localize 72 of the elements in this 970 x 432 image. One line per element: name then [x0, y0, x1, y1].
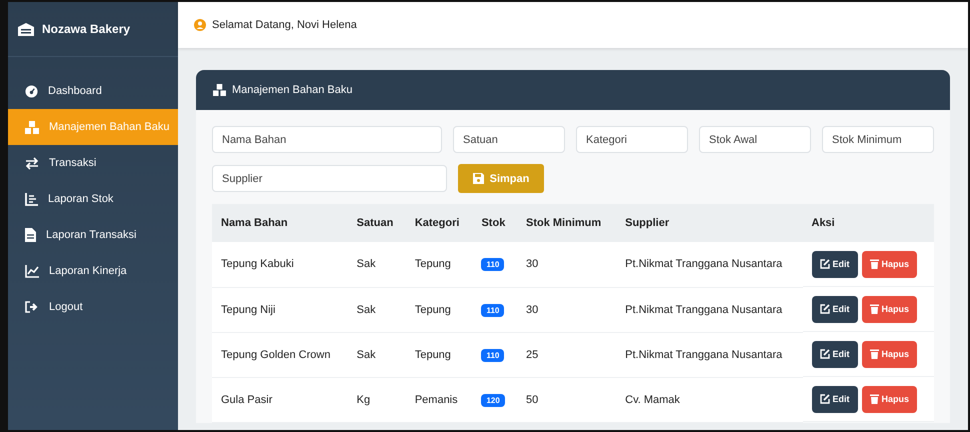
table-cell: 30 — [516, 242, 616, 287]
table-cell: Gula Pasir — [212, 377, 348, 422]
brand-name: Nozawa Bakery — [42, 22, 130, 36]
sidebar-item[interactable]: Dashboard — [8, 73, 178, 109]
table-cell: Tepung — [406, 242, 472, 287]
sidebar-item[interactable]: Laporan Transaksi — [8, 217, 178, 253]
pencil-square-icon — [820, 394, 830, 404]
delete-button[interactable]: Hapus — [862, 250, 918, 278]
table-cell: Pt.Nikmat Tranggana Nusantara — [616, 242, 802, 287]
sidebar-item[interactable]: Laporan Kinerja — [8, 253, 178, 289]
trash-icon — [870, 349, 878, 359]
table-cell: Cv. Mamak — [616, 377, 802, 422]
card-title: Manajemen Bahan Baku — [232, 84, 352, 96]
delete-button[interactable]: Hapus — [862, 340, 918, 368]
stock-badge: 120 — [481, 394, 505, 406]
boxes-icon — [213, 84, 226, 96]
edit-button[interactable]: Edit — [812, 296, 858, 322]
user-icon — [194, 19, 206, 31]
delete-button[interactable]: Hapus — [862, 296, 918, 322]
trash-icon — [870, 304, 878, 314]
input-field[interactable]: Satuan — [453, 126, 565, 153]
gauge-icon — [25, 84, 38, 98]
table-cell: Tepung Kabuki — [212, 242, 348, 287]
input-field[interactable]: Nama Bahan — [212, 126, 442, 153]
column-header: Supplier — [616, 204, 802, 242]
table-cell: 30 — [516, 287, 616, 332]
table-cell: Tepung — [406, 332, 472, 377]
column-header: Aksi — [802, 204, 934, 242]
pencil-square-icon — [820, 259, 830, 269]
document-icon — [25, 228, 36, 242]
logout-icon — [25, 301, 39, 313]
table-cell: Pt.Nikmat Tranggana Nusantara — [616, 332, 802, 377]
sidebar-item[interactable]: Transaksi — [8, 145, 178, 181]
table-cell: Pt.Nikmat Tranggana Nusantara — [616, 287, 802, 332]
sidebar-item[interactable]: Logout — [8, 289, 178, 325]
sidebar-item[interactable]: Laporan Stok — [8, 181, 178, 217]
greeting-text: Selamat Datang, Novi Helena — [212, 19, 357, 31]
input-field[interactable]: Stok Awal — [699, 126, 811, 153]
column-header: Satuan — [348, 204, 406, 242]
input-field[interactable]: Stok Minimum — [822, 126, 934, 153]
column-header: Stok — [472, 204, 517, 242]
edit-button[interactable]: Edit — [812, 340, 858, 368]
table-cell: Kg — [348, 377, 406, 422]
column-header: Kategori — [406, 204, 472, 242]
edit-button[interactable]: Edit — [812, 386, 858, 412]
pencil-square-icon — [820, 349, 830, 359]
table-cell: Tepung — [406, 287, 472, 332]
column-header: Nama Bahan — [212, 204, 348, 242]
column-header: Stok Minimum — [516, 204, 616, 242]
table-cell: 25 — [516, 332, 616, 377]
table-cell: Sak — [348, 332, 406, 377]
pencil-square-icon — [820, 304, 830, 314]
table-cell: Tepung Niji — [212, 287, 348, 332]
edit-button[interactable]: Edit — [812, 250, 858, 278]
table-cell: 50 — [516, 377, 616, 422]
list-chart-icon — [25, 192, 38, 206]
table-cell: Tepung Golden Crown — [212, 332, 348, 377]
trash-icon — [870, 394, 878, 404]
boxes-icon — [25, 120, 39, 134]
stock-badge: 110 — [481, 304, 504, 316]
trash-icon — [870, 259, 878, 269]
delete-button[interactable]: Hapus — [862, 386, 918, 412]
line-chart-icon — [25, 264, 39, 278]
arrows-icon — [25, 156, 39, 170]
stock-badge: 110 — [481, 348, 504, 362]
table-cell: Sak — [348, 242, 406, 287]
input-field[interactable]: Supplier — [212, 165, 447, 192]
table-cell: Pemanis — [406, 377, 472, 422]
input-field[interactable]: Kategori — [576, 126, 688, 153]
table-cell: Sak — [348, 287, 406, 332]
stock-badge: 110 — [481, 258, 504, 272]
building-icon — [17, 22, 35, 36]
